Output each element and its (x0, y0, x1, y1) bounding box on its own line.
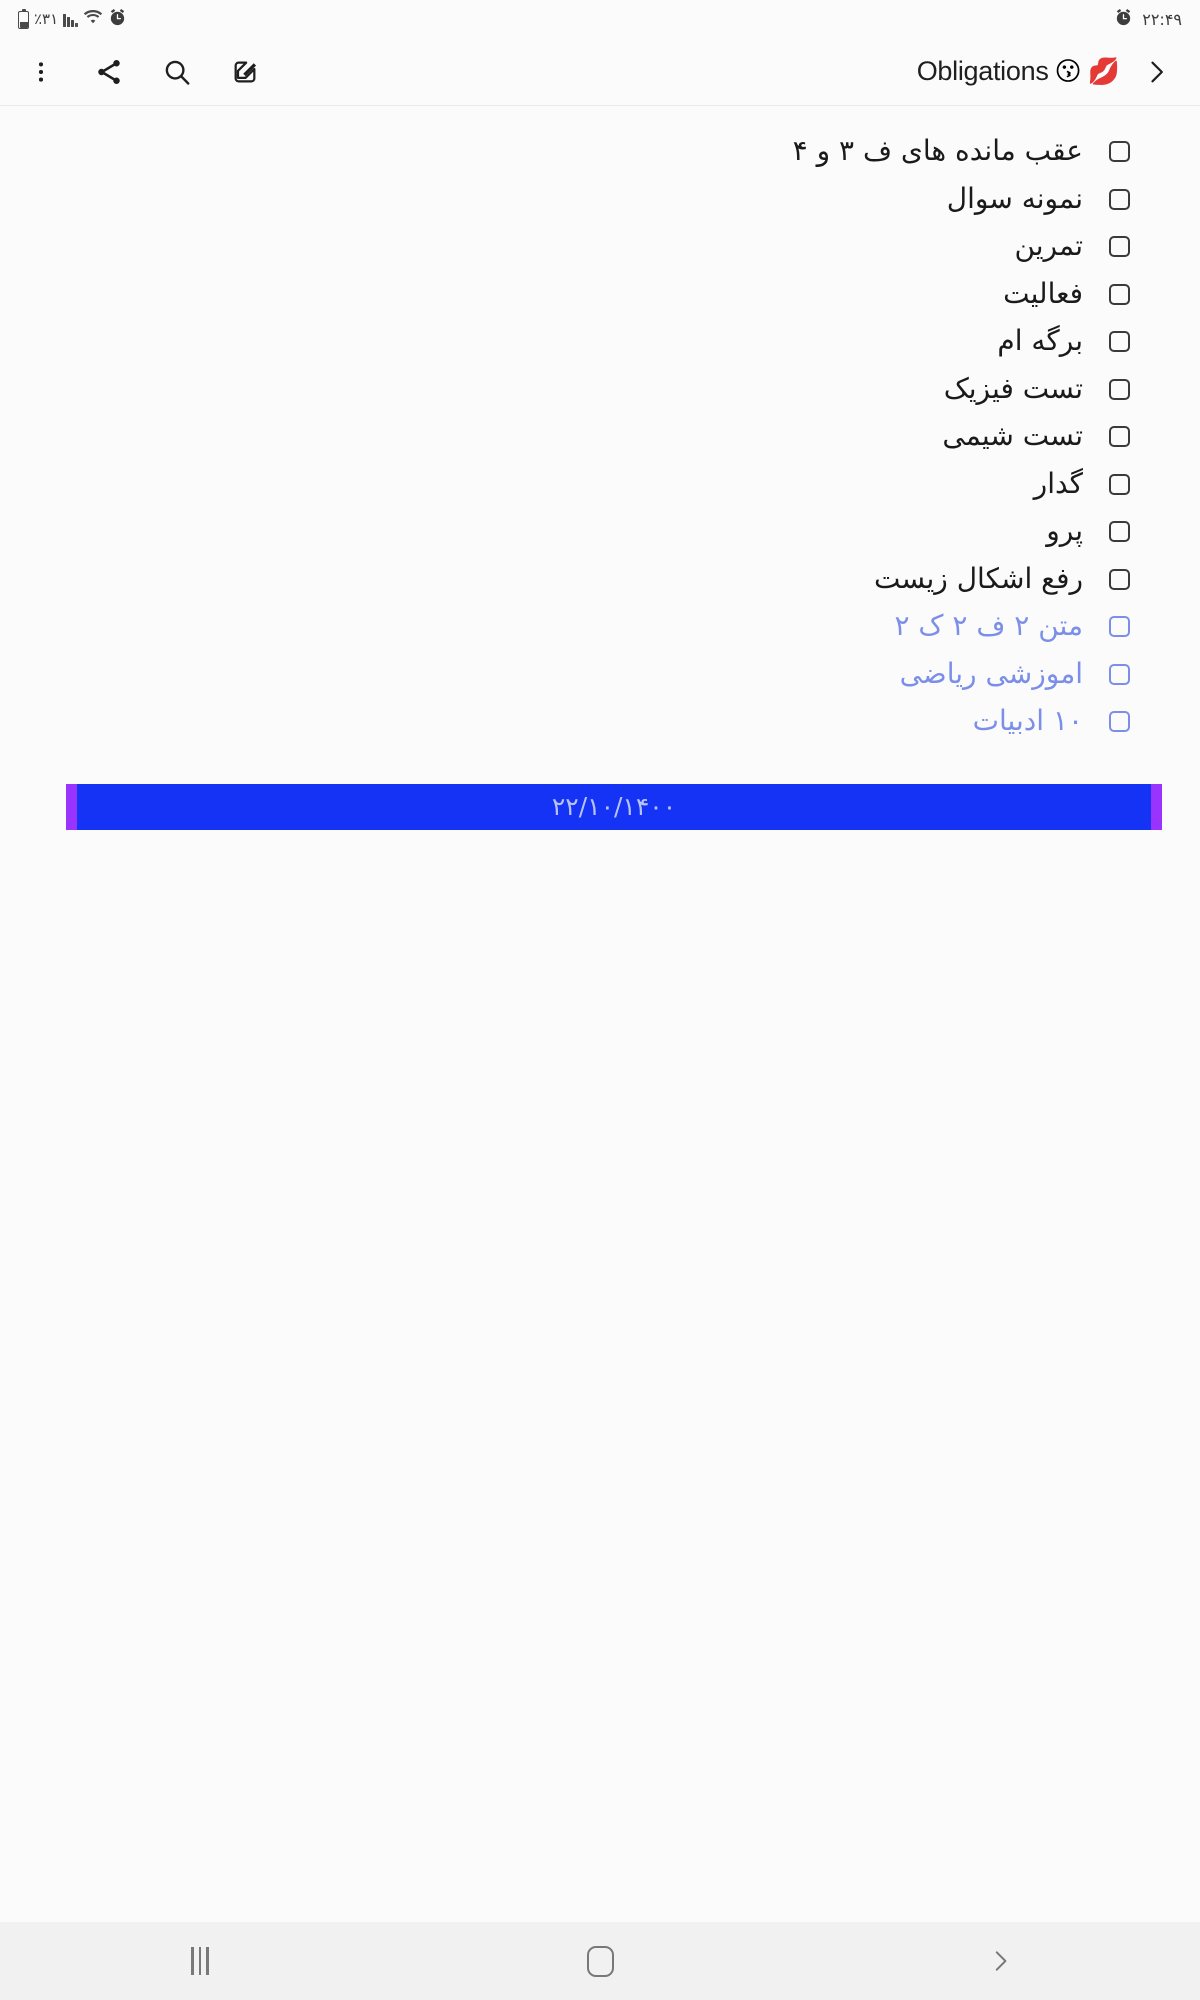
more-vertical-icon[interactable] (20, 51, 62, 93)
checklist: عقب مانده های ف ۳ و ۴ نمونه سوال تمرین فعال… (0, 128, 1200, 746)
status-bar-right: ۲۲:۴۹ (1114, 8, 1182, 31)
cell-signal-icon (63, 12, 78, 27)
checkbox-icon[interactable] (1109, 331, 1130, 353)
checkbox-icon[interactable] (1109, 473, 1130, 495)
status-bar: ٪۳۱ ۲۲:۴۹ (0, 0, 1200, 38)
checkbox-icon[interactable] (1109, 521, 1130, 543)
checklist-item[interactable]: تست فیزیک (0, 366, 1130, 414)
recents-icon[interactable] (145, 1931, 255, 1991)
selection-handle-start[interactable] (66, 783, 77, 830)
checkbox-icon[interactable] (1109, 426, 1130, 448)
compose-edit-icon[interactable] (224, 51, 266, 93)
checkbox-icon[interactable] (1109, 236, 1130, 258)
checklist-item-label: گدار (1033, 466, 1083, 500)
note-content: عقب مانده های ف ۳ و ۴ نمونه سوال تمرین فعال… (0, 106, 1200, 830)
selection-handle-end[interactable] (1151, 783, 1162, 830)
checklist-item[interactable]: نمونه سوال (0, 176, 1130, 224)
checklist-item-label: رفع اشکال زیست (874, 561, 1083, 595)
checklist-item-label: متن ۲ ف ۲ ک ۲ (894, 609, 1083, 643)
kiss-mark-emoji: 💋 (1087, 56, 1120, 87)
checkbox-icon[interactable] (1109, 378, 1130, 400)
checklist-item-label: برگه ام (997, 324, 1083, 358)
checklist-item[interactable]: فعالیت (0, 271, 1130, 319)
checkbox-icon[interactable] (1109, 141, 1130, 163)
checklist-item[interactable]: تست شیمی (0, 413, 1130, 461)
checklist-item[interactable]: گدار (0, 461, 1130, 509)
checklist-item[interactable]: رفع اشکال زیست (0, 556, 1130, 604)
checkbox-icon[interactable] (1109, 568, 1130, 590)
toolbar-actions (20, 51, 266, 93)
checklist-item-label: اموزشی ریاضی (899, 656, 1083, 690)
checklist-item-label: ۱۰ ادبیات (972, 704, 1083, 738)
checklist-item[interactable]: اموزشی ریاضی (0, 651, 1130, 699)
clock-time-label: ۲۲:۴۹ (1142, 9, 1182, 29)
battery-percent-label: ٪۳۱ (34, 10, 59, 28)
checklist-item[interactable]: تمرین (0, 223, 1130, 271)
checklist-item[interactable]: پرو (0, 508, 1130, 556)
share-icon[interactable] (88, 51, 130, 93)
note-date-text: ۲۲/۱۰/۱۴۰۰ (551, 792, 677, 821)
checkbox-icon[interactable] (1109, 663, 1130, 685)
checklist-item-label: تست شیمی (942, 419, 1083, 453)
checklist-item-label: تست فیزیک (943, 371, 1083, 405)
checklist-item[interactable]: متن ۲ ف ۲ ک ۲ (0, 603, 1130, 651)
checklist-item-label: پرو (1046, 514, 1083, 548)
kissing-face-emoji: 😗 (1054, 56, 1082, 87)
checklist-item[interactable]: عقب مانده های ف ۳ و ۴ (0, 128, 1130, 176)
checklist-item-label: نمونه سوال (946, 181, 1083, 215)
toolbar-title-area: Obligations 😗 💋 (917, 52, 1176, 92)
checklist-item[interactable]: ۱۰ ادبیات (0, 698, 1130, 746)
checkbox-icon[interactable] (1109, 283, 1130, 305)
checkbox-icon[interactable] (1109, 711, 1130, 733)
wifi-icon (83, 9, 103, 29)
android-navigation-bar (0, 1922, 1200, 2000)
alarm-clock-icon (108, 8, 127, 31)
checklist-item-label: تمرین (1014, 229, 1083, 263)
back-chevron-icon[interactable] (945, 1931, 1055, 1991)
page-title: Obligations (916, 56, 1049, 86)
checklist-item[interactable]: برگه ام (0, 318, 1130, 366)
selected-date-row: ۲۲/۱۰/۱۴۰۰ (0, 783, 1200, 830)
chevron-right-icon[interactable] (1136, 52, 1176, 92)
checklist-item-label: فعالیت (1003, 276, 1083, 310)
status-bar-left: ٪۳۱ (18, 8, 127, 31)
checklist-item-label: عقب مانده های ف ۳ و ۴ (792, 134, 1083, 168)
home-icon[interactable] (545, 1931, 655, 1991)
battery-icon (18, 9, 29, 29)
text-selection-highlight[interactable]: ۲۲/۱۰/۱۴۰۰ (66, 783, 1162, 830)
alarm-icon-right (1114, 8, 1133, 31)
checkbox-icon[interactable] (1109, 188, 1130, 210)
checkbox-icon[interactable] (1109, 616, 1130, 638)
app-toolbar: Obligations 😗 💋 (0, 38, 1200, 106)
search-icon[interactable] (156, 51, 198, 93)
